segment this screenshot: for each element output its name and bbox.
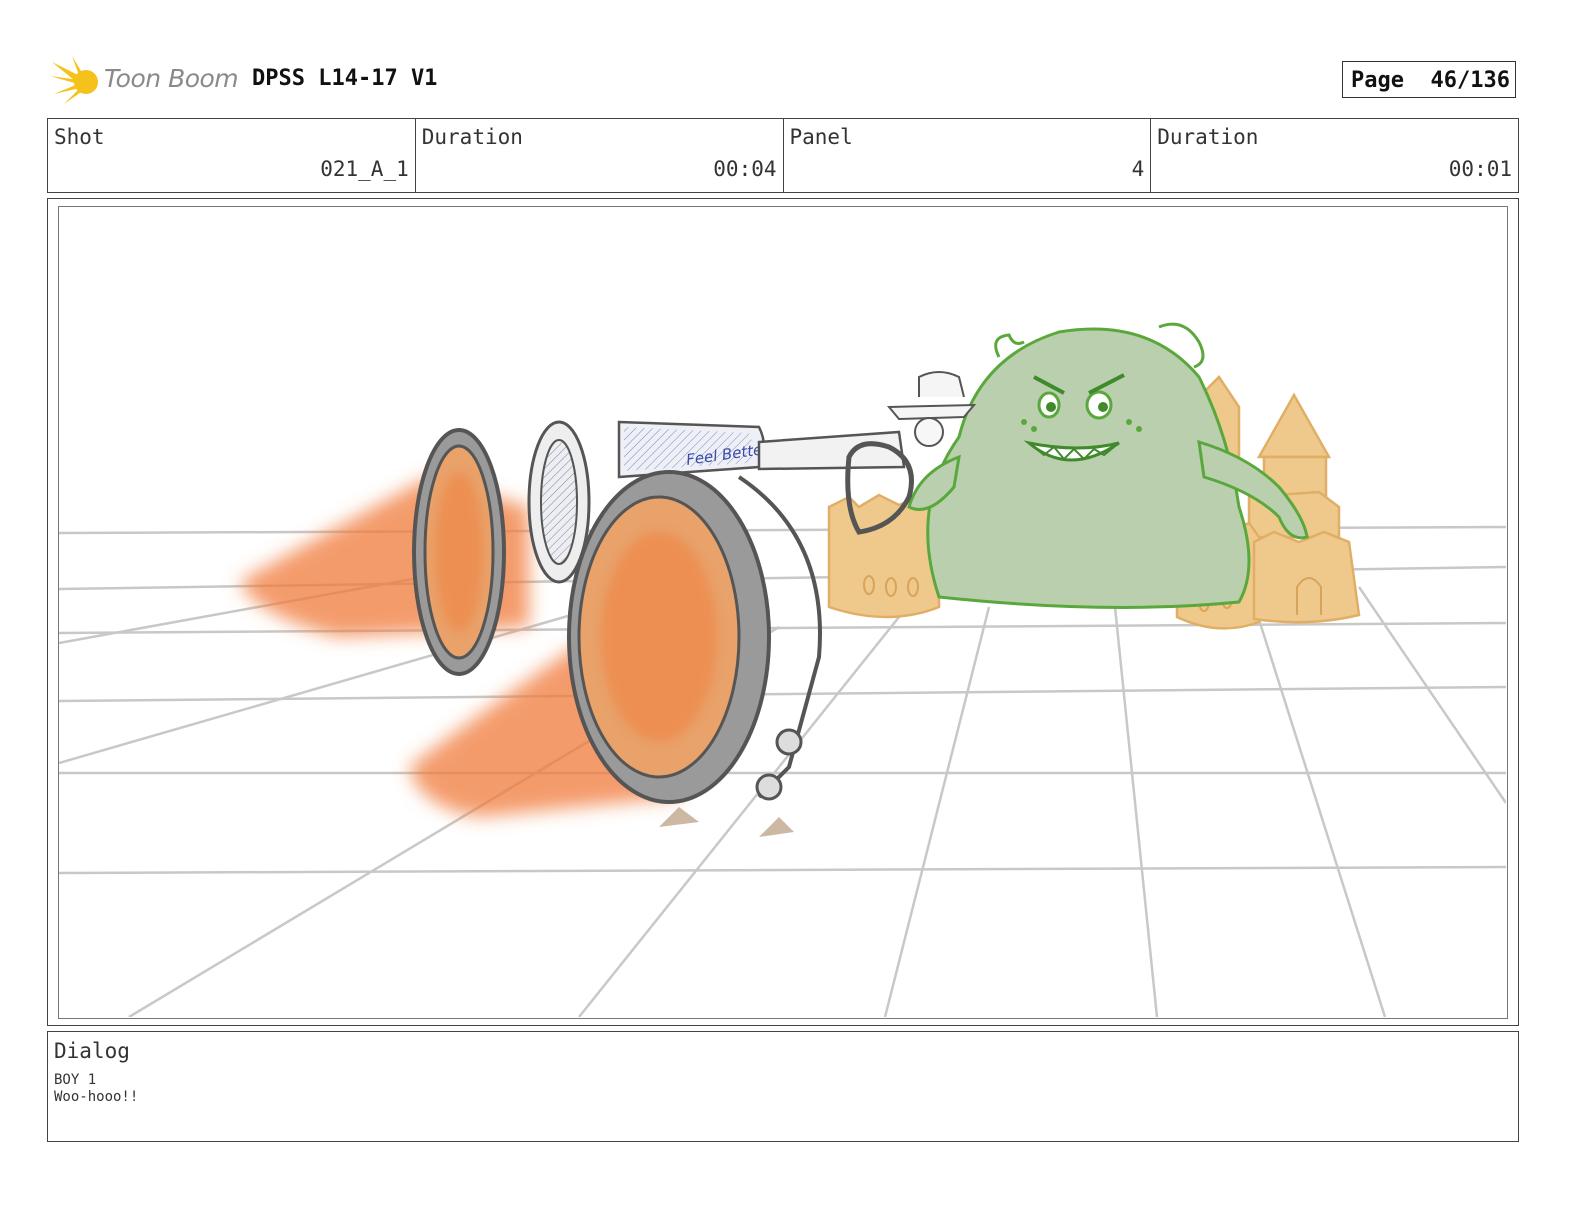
shot-value: 021_A_1 [320,157,409,181]
page-label: Page [1351,68,1404,93]
dialog-line: Woo-hooo!! [54,1089,139,1105]
dialog-speaker: BOY 1 [54,1072,97,1088]
logo-text: Toon Boom [104,64,239,93]
shot-duration-cell: Duration 00:04 [416,119,784,192]
panel-drawing-area: Feel Better! [58,206,1508,1019]
toon-boom-logo: Toon Boom [50,56,240,106]
panel-duration-value: 00:01 [1448,157,1512,181]
starburst-icon [50,56,98,104]
document-title: DPSS L14-17 V1 [252,66,438,91]
green-monster [907,322,1309,609]
dialog-section: Dialog BOY 1 Woo-hooo!! [47,1031,1519,1142]
panel-label: Panel [789,125,853,149]
panel-value: 4 [1131,157,1145,181]
dialog-label: Dialog [54,1039,130,1063]
panel-duration-cell: Duration 00:01 [1151,119,1518,192]
shot-cell: Shot 021_A_1 [48,119,416,192]
shot-duration-label: Duration [421,125,523,149]
page-value: 46/136 [1430,68,1510,93]
shot-label: Shot [54,125,105,149]
storyboard-sketch: Feel Better! [59,322,1506,1017]
panel-duration-label: Duration [1157,125,1259,149]
shot-duration-value: 00:04 [713,157,777,181]
shot-info-row: Shot 021_A_1 Duration 00:04 Panel 4 Dura… [47,118,1519,193]
panel-cell: Panel 4 [784,119,1152,192]
page-indicator: Page 46/136 [1342,61,1516,98]
storyboard-panel: Feel Better! [47,198,1519,1026]
